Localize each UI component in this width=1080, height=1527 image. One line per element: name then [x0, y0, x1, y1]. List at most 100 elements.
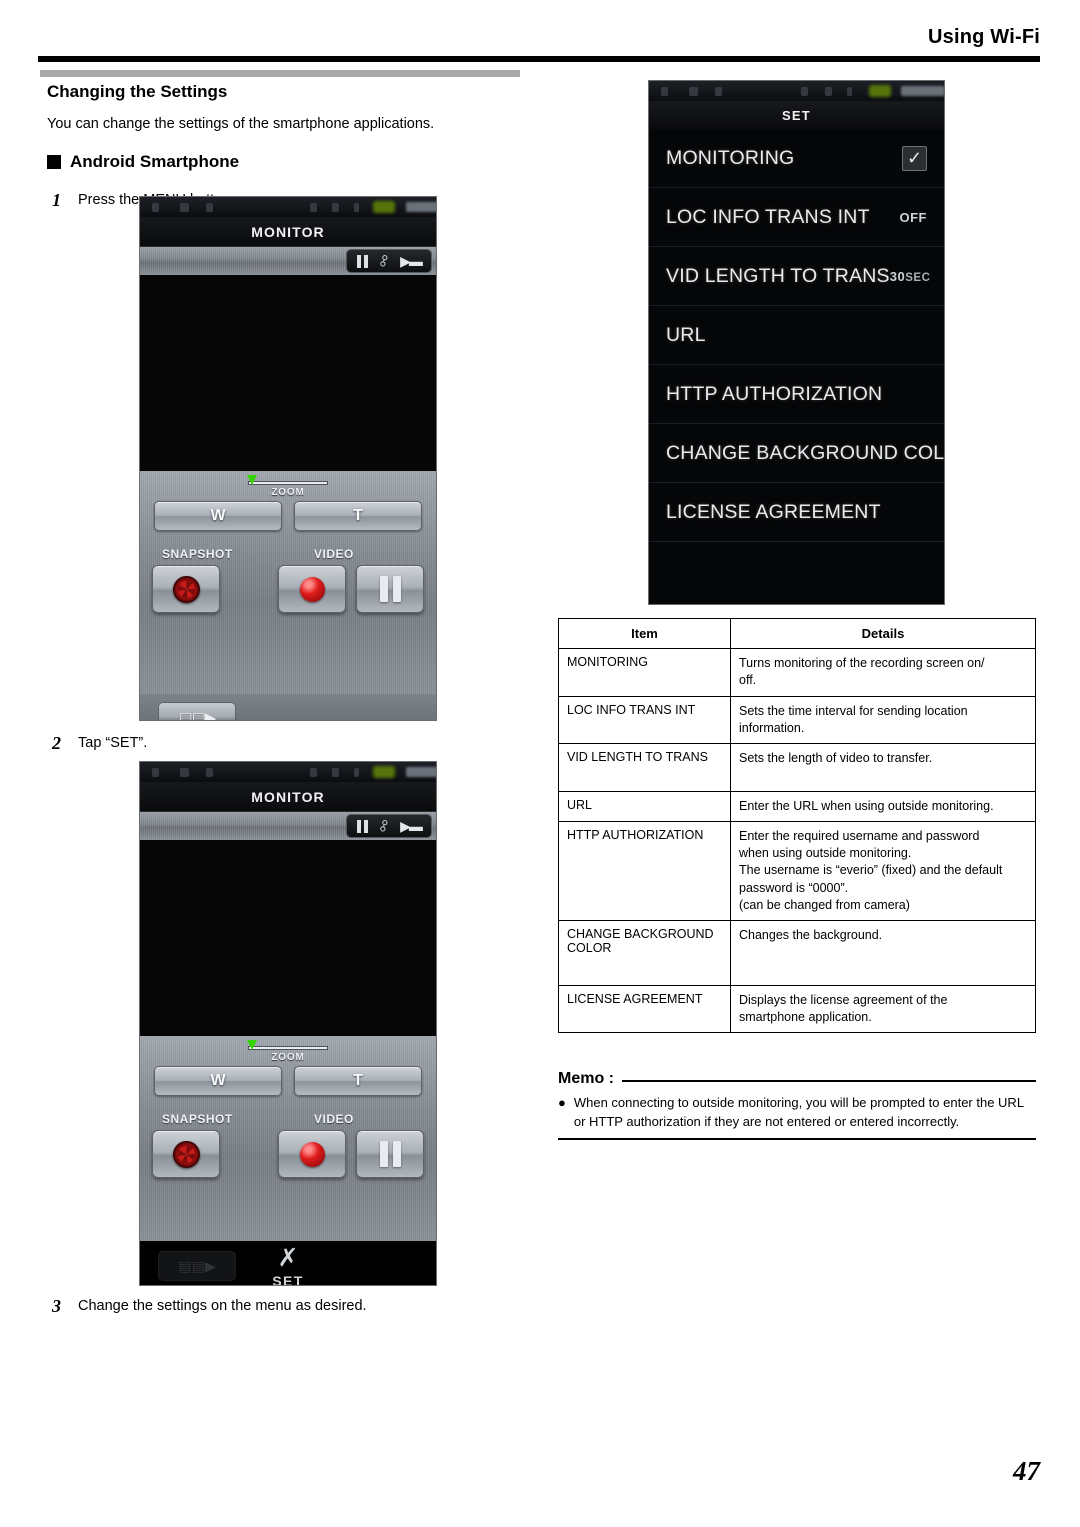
zoom-wide-button[interactable]: W [154, 501, 282, 531]
header-divider [38, 56, 1040, 62]
item-text: HTTP AUTHORIZATION [567, 827, 704, 842]
status-icon [180, 768, 189, 777]
video-pause-button[interactable] [356, 565, 424, 613]
screenshot-set-menu: SET MONITORING ✓ LOC INFO TRANS INT OFF … [648, 80, 945, 605]
menu-item-license-agreement[interactable]: LICENSE AGREEMENT [649, 483, 944, 542]
clock-readout [901, 86, 944, 96]
table-header-details: Details [730, 618, 1036, 649]
zoom-wide-button[interactable]: W [154, 1066, 282, 1096]
left-column: Changing the Settings You can change the… [40, 82, 520, 211]
step-number: 1 [52, 190, 61, 210]
snapshot-label: SNAPSHOT [162, 547, 233, 561]
monitoring-checkbox[interactable]: ✓ [902, 145, 927, 171]
record-icon [299, 576, 325, 602]
table-cell-details: Displays the license agreement of the sm… [730, 984, 1036, 1034]
plug-icon: ▶▬ [400, 817, 423, 834]
zoom-slider[interactable]: ZOOM [140, 471, 436, 501]
set-menu-title: SET [649, 101, 944, 129]
menu-item-monitoring[interactable]: MONITORING ✓ [649, 129, 944, 188]
table-row: LICENSE AGREEMENT Displays the license a… [558, 984, 1036, 1034]
table-row: CHANGE BACKGROUND COLOR Changes the back… [558, 920, 1036, 986]
menu-item-change-background-color[interactable]: CHANGE BACKGROUND COL [649, 424, 944, 483]
link-icon: ☍ [374, 816, 394, 836]
android-status-bar [649, 81, 944, 101]
zoom-slider-handle[interactable] [247, 1040, 257, 1050]
zoom-tele-button[interactable]: T [294, 1066, 422, 1096]
page-number: 47 [1013, 1456, 1040, 1486]
table-cell-details: Enter the required username and password… [730, 820, 1036, 922]
pause-icon [357, 819, 368, 833]
zoom-label: ZOOM [271, 487, 305, 498]
menu-item-vid-length-to-trans[interactable]: VID LENGTH TO TRANS 30SEC [649, 247, 944, 306]
connection-status-pill[interactable]: ☍ ▶▬ [346, 249, 432, 273]
table-cell-item: MONITORING [558, 648, 731, 697]
clock-readout [406, 767, 436, 777]
item-text: LICENSE AGREEMENT [567, 991, 703, 1006]
zoom-slider[interactable]: ZOOM [140, 1036, 436, 1066]
zoom-slider-track [248, 1046, 328, 1050]
details-line: off. [739, 673, 757, 688]
zoom-slider-handle[interactable] [247, 475, 257, 485]
snapshot-button[interactable] [152, 565, 220, 613]
filled-square-icon [47, 155, 61, 169]
zoom-buttons-row: W T [140, 1066, 436, 1096]
intro-paragraph: You can change the settings of the smart… [47, 116, 435, 132]
menu-item-value-number: 30 [889, 268, 906, 284]
settings-details-table: Item Details MONITORING Turns monitoring… [558, 618, 1036, 1034]
section-divider [40, 70, 520, 77]
pause-icon [357, 254, 368, 268]
video-viewfinder [140, 275, 436, 471]
table-row: LOC INFO TRANS INT Sets the time interva… [558, 695, 1036, 744]
zoom-label: ZOOM [271, 1052, 305, 1063]
table-row: VID LENGTH TO TRANS Sets the length of v… [558, 743, 1036, 792]
app-title-bar: MONITOR [140, 782, 436, 812]
video-pause-button[interactable] [356, 1130, 424, 1178]
connection-status-pill[interactable]: ☍ ▶▬ [346, 814, 432, 838]
step-text: Change the settings on the menu as desir… [78, 1298, 367, 1314]
memo-heading: Memo : [558, 1070, 1036, 1088]
pause-icon [379, 576, 401, 602]
status-icon [825, 87, 832, 96]
table-header-row: Item Details [558, 618, 1036, 649]
menu-item-value: 30SEC [890, 269, 931, 284]
video-record-button[interactable] [278, 1130, 346, 1178]
details-line: when using outside monitoring. [739, 846, 912, 860]
status-icon [801, 87, 808, 96]
video-viewfinder [140, 840, 436, 1036]
details-line: (can be changed from camera) [739, 897, 910, 912]
details-line: Displays the license agreement of the [739, 992, 948, 1007]
table-row: HTTP AUTHORIZATION Enter the required us… [558, 820, 1036, 922]
step-3-block: 3 Change the settings on the menu as des… [52, 1296, 522, 1317]
status-icon [332, 203, 339, 212]
details-line: password is “0000”. [739, 880, 849, 895]
step-2: 2 Tap “SET”. [52, 733, 522, 754]
screenshot-monitor-screen-with-set: MONITOR ☍ ▶▬ ZOOM W T SNAPSHOT VIDEO ▤▤▶… [139, 761, 437, 1286]
table-row: URL Enter the URL when using outside mon… [558, 790, 1036, 822]
menu-item-url[interactable]: URL [649, 306, 944, 365]
camera-control-panel: ZOOM W T SNAPSHOT VIDEO [140, 1036, 436, 1241]
menu-item-loc-info-trans-int[interactable]: LOC INFO TRANS INT OFF [649, 188, 944, 247]
step-number: 2 [52, 733, 61, 753]
zoom-tele-button[interactable]: T [294, 501, 422, 531]
clock-readout [406, 202, 436, 212]
table-cell-item: LICENSE AGREEMENT [558, 984, 731, 1034]
menu-grid-icon: ▤▤▶ [178, 710, 217, 721]
menu-button[interactable]: ▤▤▶ [158, 702, 236, 721]
video-record-button[interactable] [278, 565, 346, 613]
set-button[interactable]: ✗ SET [140, 1245, 436, 1285]
link-icon: ☍ [374, 251, 394, 271]
snapshot-button[interactable] [152, 1130, 220, 1178]
status-icon [180, 203, 189, 212]
video-label: VIDEO [314, 547, 354, 561]
connection-strip: ☍ ▶▬ [140, 812, 436, 840]
memo-text: When connecting to outside monitoring, y… [573, 1095, 1024, 1129]
video-label: VIDEO [314, 1112, 354, 1126]
status-icon [206, 768, 213, 777]
app-title-bar: MONITOR [140, 217, 436, 247]
status-icon [661, 87, 668, 96]
menu-item-http-authorization[interactable]: HTTP AUTHORIZATION [649, 365, 944, 424]
table-cell-details: Enter the URL when using outside monitor… [730, 790, 1036, 822]
menu-item-label: HTTP AUTHORIZATION [666, 382, 883, 405]
table-cell-item: CHANGE BACKGROUND COLOR [558, 920, 731, 986]
item-text: CHANGE BACKGROUND COLOR [567, 927, 714, 955]
